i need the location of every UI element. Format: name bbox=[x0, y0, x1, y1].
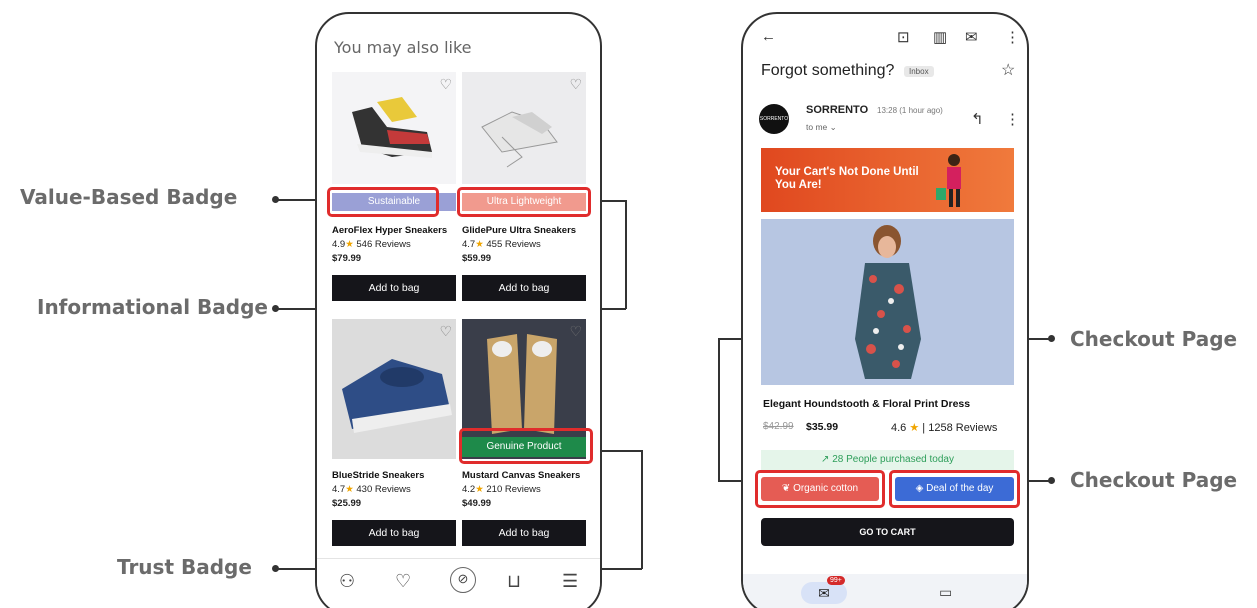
new-price: $35.99 bbox=[806, 421, 839, 433]
recipient-line[interactable]: to me ⌄ bbox=[806, 122, 837, 133]
annotation-checkout-page-top: Checkout Page bbox=[1070, 327, 1238, 351]
product-rating: 4.2★ 210 Reviews bbox=[462, 484, 541, 495]
search-icon[interactable]: ⊘ bbox=[450, 567, 476, 593]
right-phone-email-screen: ← ⊡ ▥ ✉ ⋮ Forgot something? Inbox ☆ SORR… bbox=[741, 12, 1029, 608]
product-card[interactable]: ♡ BlueStride Sneakers 4.7★ 430 Reviews $… bbox=[332, 319, 456, 555]
product-image[interactable] bbox=[332, 72, 456, 184]
annotation-value-based-badge: Value-Based Badge bbox=[20, 185, 238, 209]
sender-name: SORRENTO bbox=[806, 104, 869, 116]
left-phone-shopping-screen: You may also like ♡ Sustainable AeroFlex… bbox=[315, 12, 602, 608]
product-name[interactable]: BlueStride Sneakers bbox=[332, 470, 424, 481]
mail-tab[interactable]: ✉ bbox=[801, 582, 847, 604]
product-price: $79.99 bbox=[332, 253, 362, 264]
video-icon[interactable]: ▭ bbox=[939, 584, 952, 601]
star-icon: ★ bbox=[475, 239, 484, 250]
menu-icon[interactable]: ☰ bbox=[562, 571, 578, 592]
archive-icon[interactable]: ⊡ bbox=[897, 28, 910, 46]
add-to-bag-button[interactable]: Add to bag bbox=[462, 520, 586, 546]
heart-icon[interactable]: ♡ bbox=[439, 76, 452, 93]
add-to-bag-button[interactable]: Add to bag bbox=[332, 275, 456, 301]
product-hero-image[interactable] bbox=[761, 219, 1014, 385]
highlight-organic-badge bbox=[755, 470, 885, 508]
trend-up-icon: ↗ bbox=[821, 454, 830, 465]
product-rating: 4.9★ 546 Reviews bbox=[332, 239, 411, 250]
product-rating: 4.6 ★ | 1258 Reviews bbox=[891, 422, 998, 434]
product-name[interactable]: Elegant Houndstooth & Floral Print Dress bbox=[763, 398, 970, 410]
delete-icon[interactable]: ▥ bbox=[933, 28, 947, 46]
shopper-figure bbox=[936, 154, 961, 207]
product-rating: 4.7★ 455 Reviews bbox=[462, 239, 541, 250]
product-price: $49.99 bbox=[462, 498, 492, 509]
mail-icon[interactable]: ✉ bbox=[965, 28, 978, 46]
heart-icon[interactable]: ♡ bbox=[439, 323, 452, 340]
email-subject: Forgot something? bbox=[761, 62, 895, 79]
product-rating: 4.7★ 430 Reviews bbox=[332, 484, 411, 495]
back-arrow-icon[interactable]: ← bbox=[761, 28, 776, 45]
heart-icon[interactable]: ♡ bbox=[569, 323, 582, 340]
product-image[interactable] bbox=[462, 72, 586, 184]
promo-banner[interactable]: Your Cart's Not Done Until You Are! bbox=[761, 148, 1014, 212]
highlight-trust-badge bbox=[459, 428, 593, 464]
product-image[interactable] bbox=[332, 319, 456, 459]
reply-icon[interactable]: ↰ bbox=[971, 110, 984, 128]
chevron-down-icon: ⌄ bbox=[829, 122, 837, 132]
add-to-bag-button[interactable]: Add to bag bbox=[462, 275, 586, 301]
annotation-trust-badge: Trust Badge bbox=[117, 555, 252, 579]
section-title: You may also like bbox=[334, 38, 472, 57]
highlight-informational-badge bbox=[457, 187, 591, 217]
heart-icon[interactable]: ♡ bbox=[395, 571, 411, 592]
bottom-nav: ⚇ ♡ ⊘ ⊔ ☰ bbox=[317, 558, 600, 608]
annotation-informational-badge: Informational Badge bbox=[37, 295, 268, 319]
cart-icon[interactable]: ⊔ bbox=[507, 571, 521, 592]
connector-line bbox=[641, 450, 643, 569]
product-price: $25.99 bbox=[332, 498, 362, 509]
more-vert-icon[interactable]: ⋮ bbox=[1005, 28, 1020, 46]
product-name[interactable]: AeroFlex Hyper Sneakers bbox=[332, 225, 447, 236]
user-icon[interactable]: ⚇ bbox=[339, 571, 355, 592]
banner-text: Your Cart's Not Done Until You Are! bbox=[775, 166, 919, 191]
bottom-nav: ✉ 99+ ▭ bbox=[743, 574, 1027, 608]
email-time: 13:28 (1 hour ago) bbox=[877, 106, 943, 115]
star-outline-icon[interactable]: ☆ bbox=[1001, 60, 1015, 80]
annotation-checkout-page-bottom: Checkout Page bbox=[1070, 468, 1238, 492]
highlight-value-badge bbox=[327, 187, 439, 217]
highlight-deal-badge bbox=[889, 470, 1020, 508]
mail-icon: ✉ bbox=[818, 585, 830, 601]
old-price: $42.99 bbox=[763, 421, 794, 432]
star-icon: ★ bbox=[345, 484, 354, 495]
unread-badge: 99+ bbox=[827, 576, 845, 585]
connector-line bbox=[625, 200, 627, 309]
star-icon: ★ bbox=[909, 422, 920, 434]
product-name[interactable]: Mustard Canvas Sneakers bbox=[462, 470, 580, 481]
heart-icon[interactable]: ♡ bbox=[569, 76, 582, 93]
connector-line bbox=[718, 338, 720, 481]
star-icon: ★ bbox=[345, 239, 354, 250]
add-to-bag-button[interactable]: Add to bag bbox=[332, 520, 456, 546]
inbox-tag[interactable]: Inbox bbox=[904, 66, 934, 77]
star-icon: ★ bbox=[475, 484, 484, 495]
avatar: SORRENTO bbox=[759, 104, 789, 134]
product-name[interactable]: GlidePure Ultra Sneakers bbox=[462, 225, 576, 236]
more-vert-icon[interactable]: ⋮ bbox=[1005, 110, 1020, 128]
purchase-activity-banner: ↗ 28 People purchased today bbox=[761, 450, 1014, 470]
go-to-cart-button[interactable]: GO TO CART bbox=[761, 518, 1014, 546]
product-price: $59.99 bbox=[462, 253, 492, 264]
